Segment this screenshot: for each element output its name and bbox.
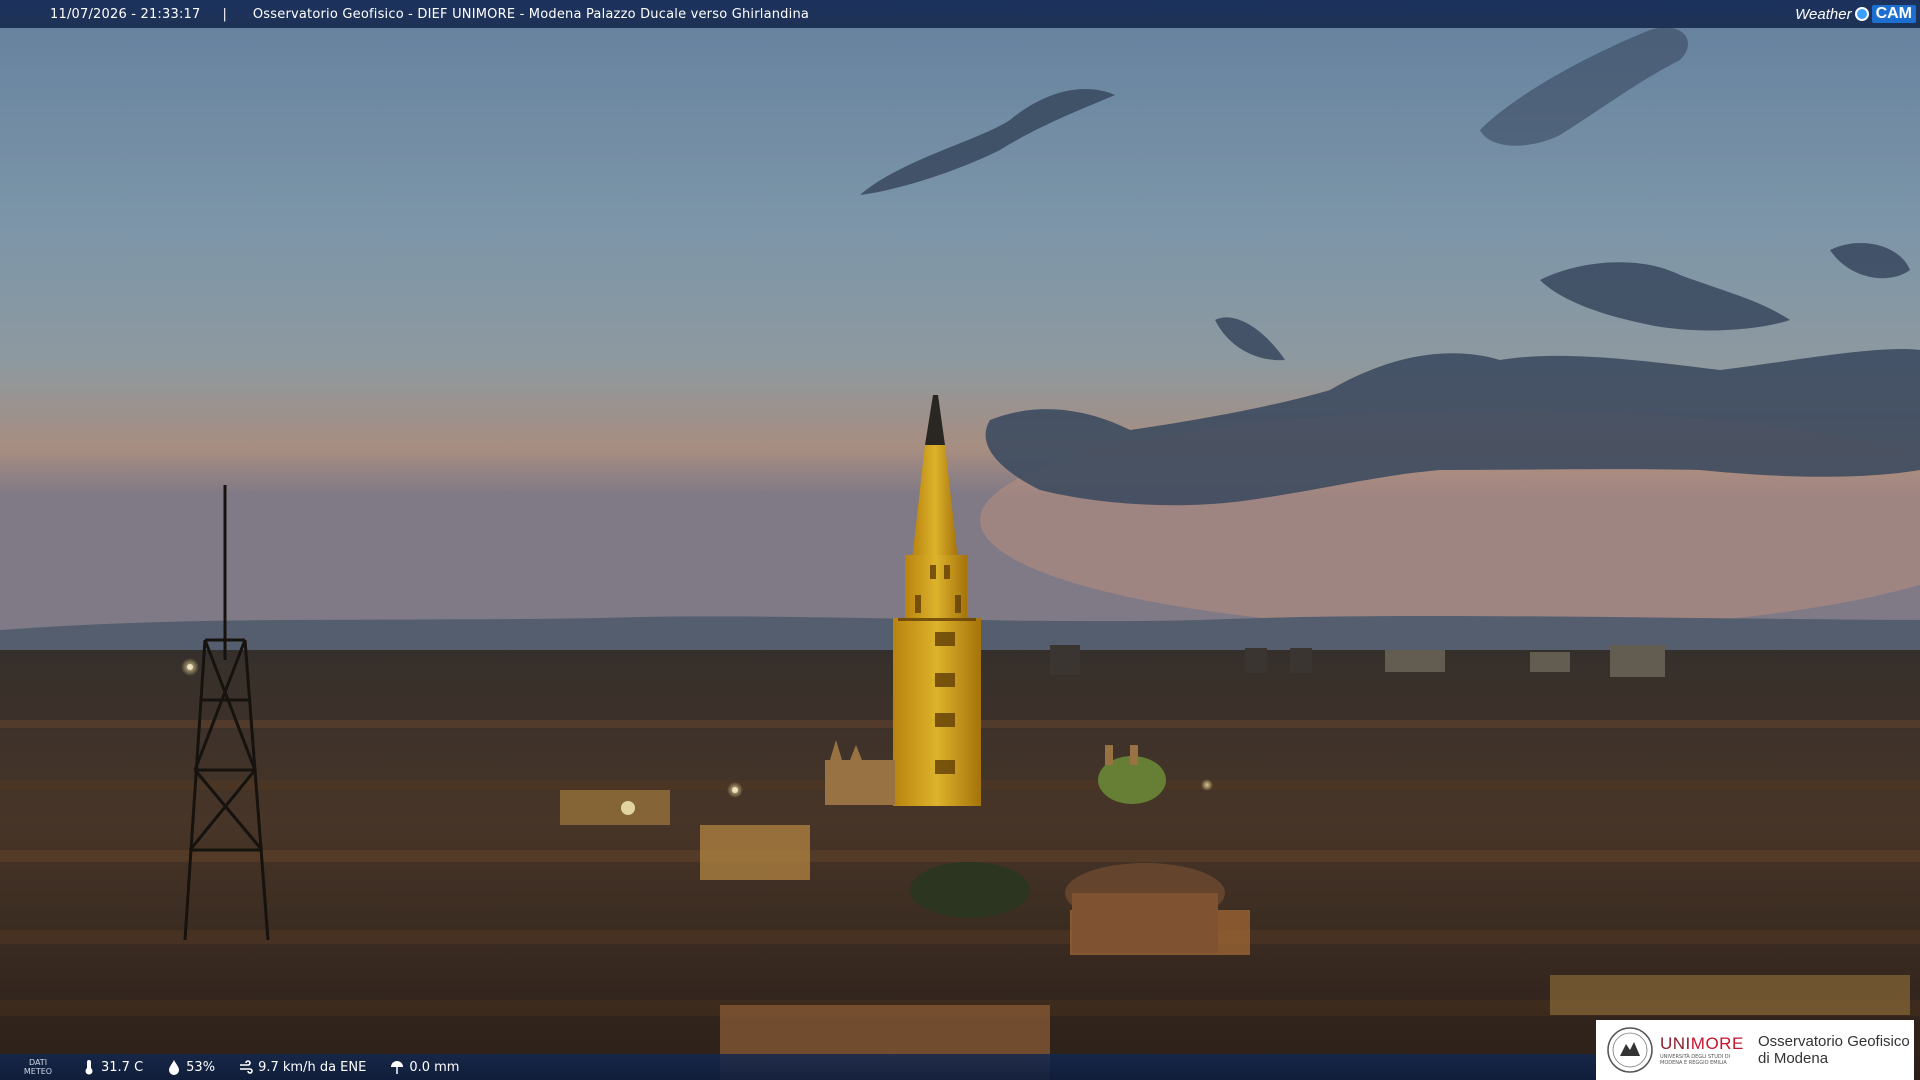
rain-metric: 0.0 mm	[390, 1059, 459, 1075]
weather-bar: DATI METEO 31.7 C 53% 9.7 km/h da ENE 0.…	[0, 1054, 1600, 1080]
weathercam-logo: Weather CAM	[1795, 3, 1916, 25]
unimore-wordmark: UNIMORE UNIVERSITÀ DEGLI STUDI DI MODENA…	[1660, 1034, 1750, 1066]
rain-gauge-icon	[391, 1061, 404, 1074]
webcam-scene	[0, 0, 1920, 1080]
temperature-metric: 31.7 C	[82, 1059, 143, 1075]
unimore-name: UNIMORE	[1660, 1034, 1744, 1053]
timestamp: 11/07/2026 - 21:33:17	[50, 6, 201, 22]
brand-weather-text: Weather	[1795, 5, 1852, 23]
temperature-value: 31.7 C	[101, 1059, 144, 1075]
header-separator: |	[222, 6, 227, 22]
rain-value: 0.0 mm	[409, 1059, 460, 1075]
weather-label-line2: METEO	[23, 1067, 53, 1076]
unimore-subtitle: UNIVERSITÀ DEGLI STUDI DI MODENA E REGGI…	[1660, 1054, 1731, 1066]
observatory-line1: Osservatorio Geofisico	[1758, 1033, 1910, 1050]
wind-icon	[240, 1060, 253, 1074]
humidity-metric: 53%	[167, 1059, 215, 1075]
observatory-name: Osservatorio Geofisico di Modena	[1758, 1033, 1910, 1067]
wind-value: 9.7 km/h da ENE	[258, 1059, 367, 1075]
header-bar: 11/07/2026 - 21:33:17 | Osservatorio Geo…	[0, 0, 1920, 28]
wind-metric: 9.7 km/h da ENE	[239, 1059, 366, 1075]
weather-label-line1: DATI	[28, 1058, 48, 1067]
brand-dot-icon	[1854, 7, 1869, 21]
observatory-line2: di Modena	[1758, 1050, 1829, 1067]
brand-cam-text: CAM	[1871, 5, 1916, 23]
unimore-logo: UNIMORE UNIVERSITÀ DEGLI STUDI DI MODENA…	[1596, 1020, 1914, 1080]
camera-title: Osservatorio Geofisico - DIEF UNIMORE - …	[252, 6, 810, 22]
weather-label: DATI METEO	[18, 1058, 58, 1076]
humidity-value: 53%	[186, 1059, 216, 1075]
thermometer-icon	[85, 1060, 93, 1075]
university-seal-icon	[1607, 1027, 1653, 1073]
humidity-drop-icon	[169, 1060, 180, 1075]
